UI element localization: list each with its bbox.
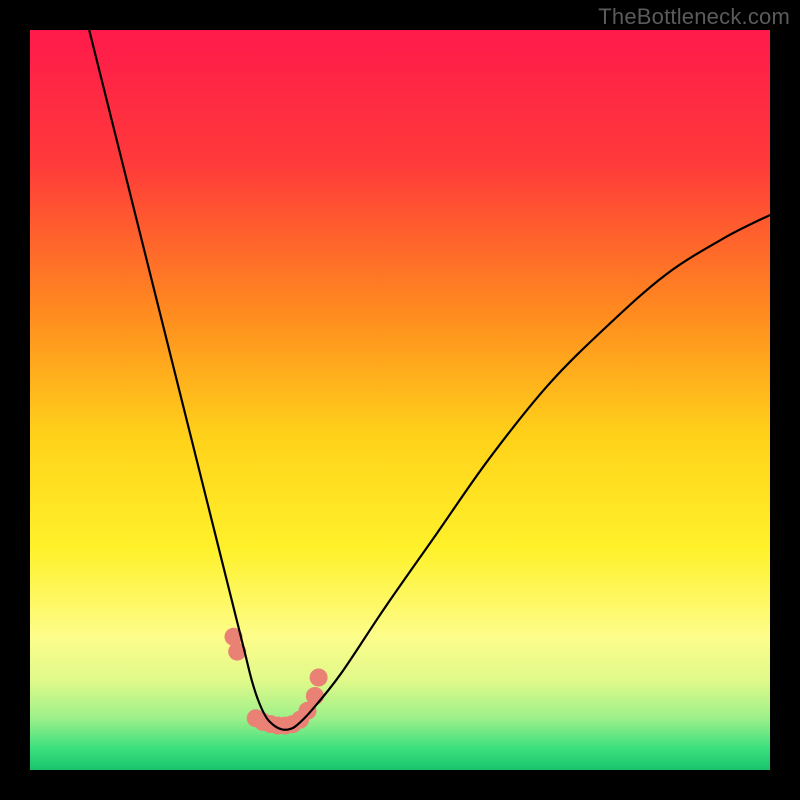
highlight-point	[306, 687, 324, 705]
gradient-background	[30, 30, 770, 770]
plot-area	[30, 30, 770, 770]
chart-svg	[30, 30, 770, 770]
watermark-text: TheBottleneck.com	[598, 4, 790, 30]
chart-frame: TheBottleneck.com	[0, 0, 800, 800]
highlight-point	[310, 669, 328, 687]
